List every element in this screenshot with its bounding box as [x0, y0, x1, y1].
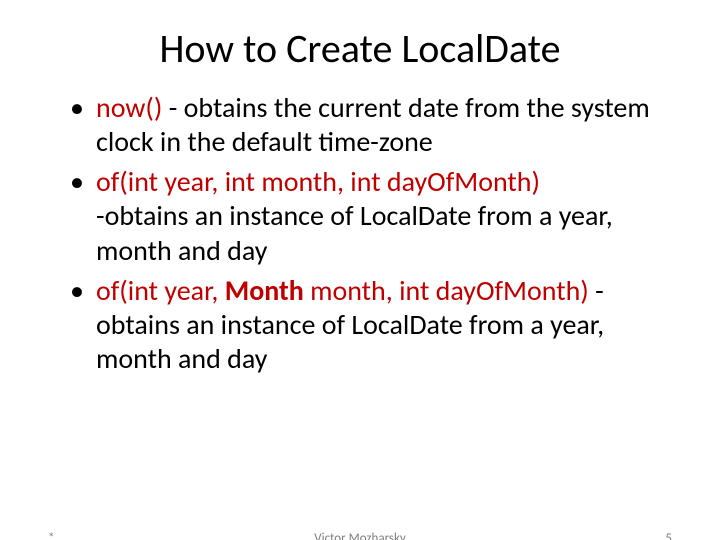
separator: -	[589, 273, 604, 308]
method-signature-part: month, int dayOfMonth)	[304, 273, 589, 308]
bullet-list: now() - obtains the current date from th…	[70, 91, 670, 376]
slide-body: now() - obtains the current date from th…	[70, 91, 670, 376]
bullet-item: of(int year, Month month, int dayOfMonth…	[70, 274, 670, 376]
bullet-item: of(int year, int month, int dayOfMonth)-…	[70, 165, 670, 267]
footer-author: Victor Mozharsky	[0, 531, 720, 540]
method-signature-bold: Month	[225, 273, 304, 308]
method-signature: now()	[96, 90, 162, 125]
bullet-item: now() - obtains the current date from th…	[70, 91, 670, 159]
separator: -	[96, 198, 105, 233]
method-signature: of(int year, int month, int dayOfMonth)	[96, 164, 540, 199]
slide: How to Create LocalDate now() - obtains …	[0, 24, 720, 540]
method-description: obtains an instance of LocalDate from a …	[96, 198, 613, 267]
separator: -	[162, 90, 183, 125]
method-description: obtains an instance of LocalDate from a …	[96, 307, 604, 376]
footer-page-number: 5	[665, 531, 672, 540]
slide-title: How to Create LocalDate	[40, 24, 680, 73]
method-signature-part: of(int year,	[96, 273, 225, 308]
